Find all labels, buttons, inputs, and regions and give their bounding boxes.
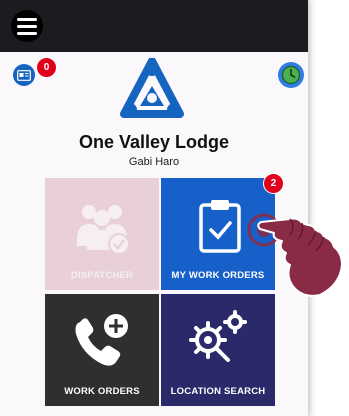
pointing-hand-icon: [247, 213, 343, 297]
brand-logo: [120, 58, 184, 118]
dispatcher-label: DISPATCHER: [70, 270, 134, 281]
work-orders-tile[interactable]: WORK ORDERS: [45, 294, 159, 406]
work-orders-label: WORK ORDERS: [64, 386, 140, 397]
location-search-tile[interactable]: LOCATION SEARCH: [161, 294, 275, 406]
top-bar: [0, 0, 308, 52]
hamburger-icon[interactable]: [11, 10, 43, 42]
notification-badge: 0: [36, 57, 57, 78]
clipboard-check-icon: [199, 200, 241, 253]
clock-icon[interactable]: [278, 62, 304, 88]
people-check-icon: [77, 205, 130, 255]
user-name: Gabi Haro: [128, 156, 180, 168]
organization-name: One Valley Lodge: [78, 132, 230, 152]
location-search-label: LOCATION SEARCH: [170, 386, 266, 397]
dispatcher-tile[interactable]: DISPATCHER: [45, 178, 159, 290]
gears-search-icon: [189, 310, 247, 362]
work-orders-badge: 2: [263, 173, 284, 194]
phone-plus-icon: [75, 314, 128, 366]
id-card-icon[interactable]: [13, 64, 35, 86]
